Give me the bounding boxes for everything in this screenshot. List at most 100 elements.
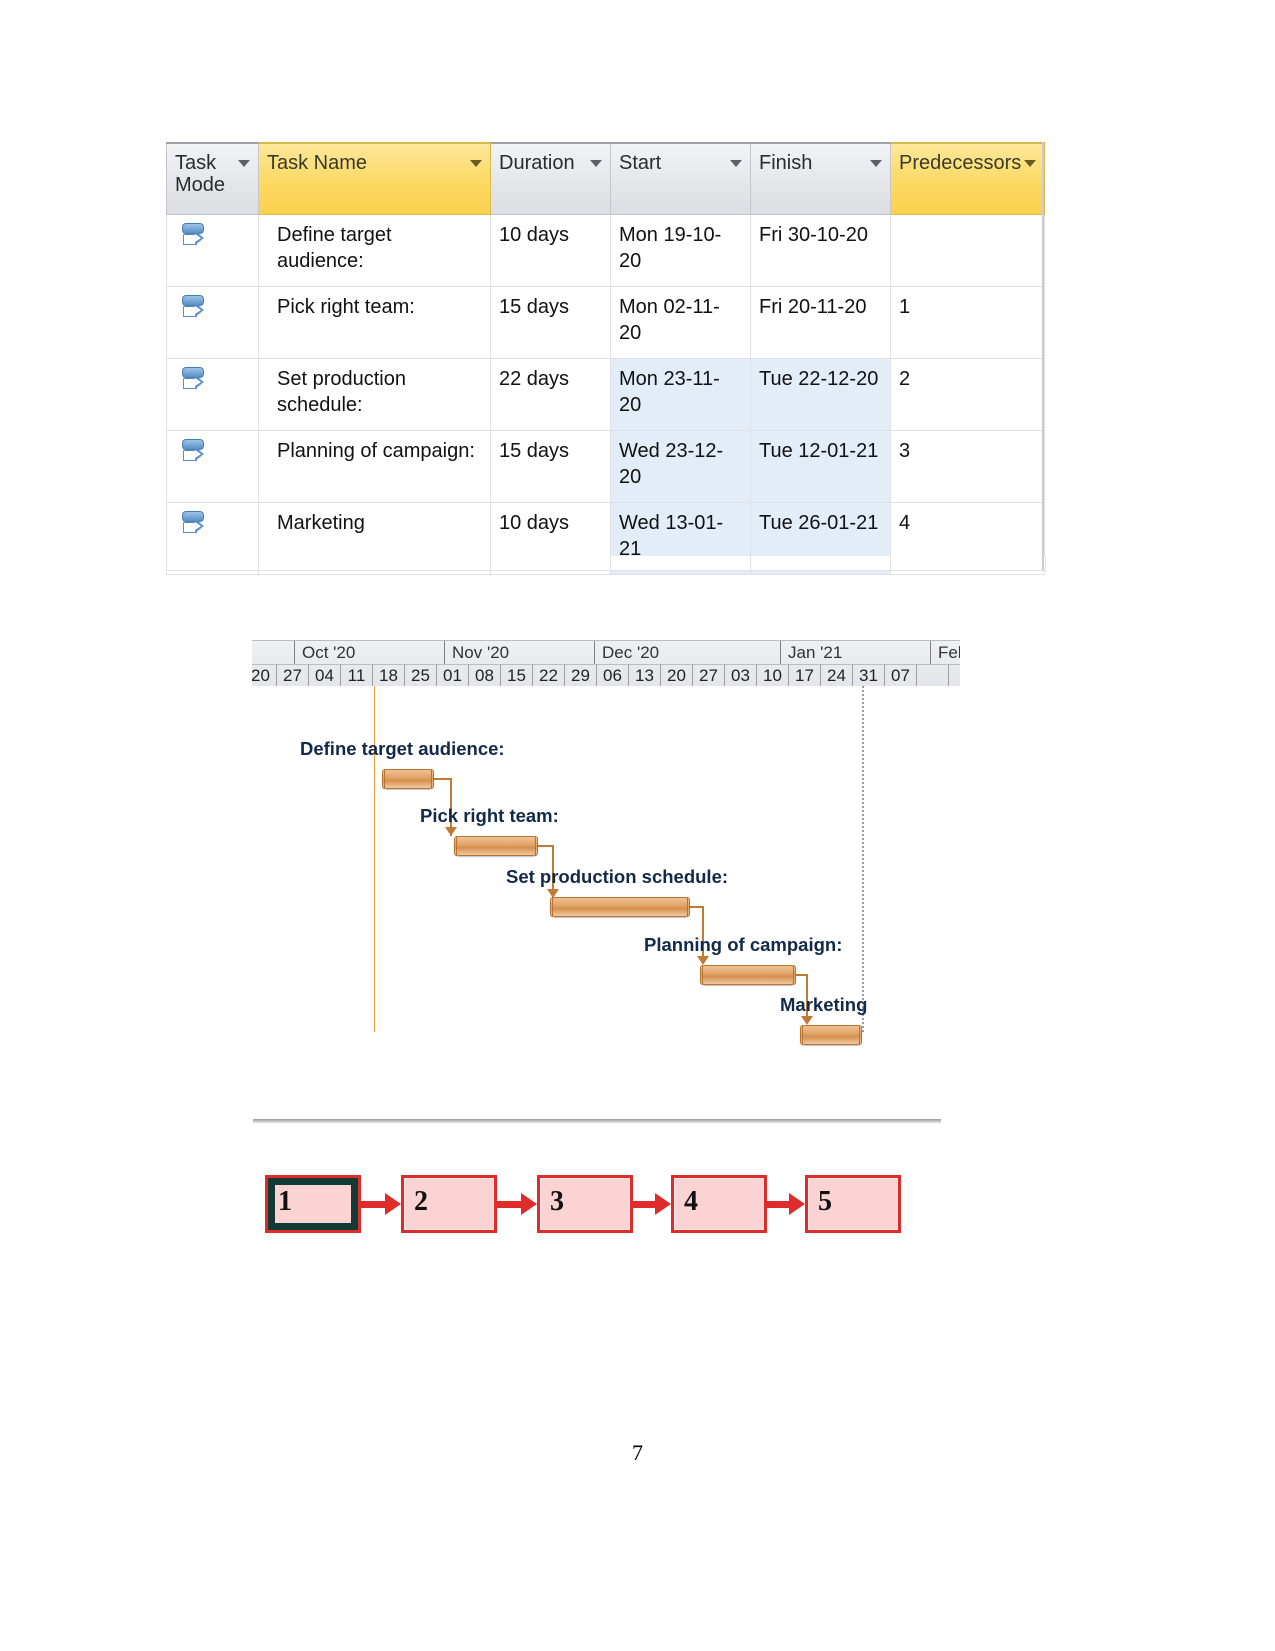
network-arrow-head: [655, 1193, 671, 1215]
timescale-week: 04: [308, 665, 340, 687]
gantt-link-arrow: [445, 827, 457, 836]
network-arrow-line: [633, 1201, 657, 1208]
predecessors-cell[interactable]: [890, 214, 1045, 287]
duration-cell[interactable]: 10 days: [490, 214, 611, 287]
network-node-5[interactable]: 5: [805, 1175, 901, 1233]
network-arrow-head: [789, 1193, 805, 1215]
manually-scheduled-icon: [179, 509, 209, 539]
timescale-week-partial: [948, 665, 960, 687]
column-header-task-mode[interactable]: Task Mode: [166, 142, 259, 215]
task-name-cell[interactable]: Planning of campaign:: [258, 430, 491, 503]
gantt-bar-label: Pick right team:: [420, 805, 559, 826]
column-header-label: Start: [619, 152, 662, 174]
gantt-bar-pick-right-team[interactable]: [454, 836, 538, 856]
timescale-week: 31: [852, 665, 884, 687]
task-mode-cell[interactable]: [166, 358, 259, 431]
task-name-cell[interactable]: Set production schedule:: [258, 358, 491, 431]
predecessors-cell[interactable]: 1: [890, 286, 1045, 359]
section-divider: [253, 1119, 941, 1123]
task-name-cell[interactable]: Define target audience:: [258, 214, 491, 287]
column-header-predecessors[interactable]: Predecessors: [890, 142, 1045, 215]
predecessors-cell[interactable]: 2: [890, 358, 1045, 431]
finish-cell[interactable]: Fri 30-10-20: [750, 214, 891, 287]
network-node-3[interactable]: 3: [537, 1175, 633, 1233]
timescale-week: 08: [468, 665, 500, 687]
table-row[interactable]: Pick right team: 15 days Mon 02-11-20 Fr…: [166, 286, 1045, 359]
table-row[interactable]: Set production schedule: 22 days Mon 23-…: [166, 358, 1045, 431]
timescale-month: Feb '21: [930, 641, 960, 664]
table-row[interactable]: Define target audience: 10 days Mon 19-1…: [166, 214, 1045, 287]
task-mode-cell[interactable]: [166, 286, 259, 359]
timescale-week: 27: [692, 665, 724, 687]
chevron-down-icon[interactable]: [870, 160, 882, 167]
chevron-down-icon[interactable]: [730, 160, 742, 167]
duration-cell[interactable]: 22 days: [490, 358, 611, 431]
finish-cell[interactable]: Tue 12-01-21: [750, 430, 891, 503]
network-node-label: 1: [278, 1186, 292, 1217]
column-header-label: Finish: [759, 152, 813, 174]
gantt-chart-canvas[interactable]: Define target audience: Pick right team:…: [252, 686, 960, 1045]
timescale-week: 24: [820, 665, 852, 687]
status-date-gridline: [862, 686, 864, 1032]
chevron-down-icon[interactable]: [238, 160, 250, 167]
task-name-cell[interactable]: Pick right team:: [258, 286, 491, 359]
start-cell[interactable]: Mon 02-11-20: [610, 286, 751, 359]
network-diagram[interactable]: 1 2 3 4 5: [253, 1165, 953, 1265]
task-mode-cell[interactable]: [166, 430, 259, 503]
gantt-bar-marketing[interactable]: [800, 1025, 862, 1045]
start-cell[interactable]: Mon 23-11-20: [610, 358, 751, 431]
manually-scheduled-icon: [179, 365, 209, 395]
network-node-2[interactable]: 2: [401, 1175, 497, 1233]
timescale-week: 27: [276, 665, 308, 687]
timescale-week-partial: [916, 665, 948, 687]
chevron-down-icon[interactable]: [1024, 160, 1036, 167]
predecessors-cell[interactable]: 3: [890, 430, 1045, 503]
gantt-bar-set-production-schedule[interactable]: [550, 897, 690, 917]
gantt-bar-planning-of-campaign[interactable]: [700, 965, 796, 985]
timescale-week: 25: [404, 665, 436, 687]
network-node-4[interactable]: 4: [671, 1175, 767, 1233]
manually-scheduled-icon: [179, 293, 209, 323]
timescale-week: 01: [436, 665, 468, 687]
task-mode-cell[interactable]: [166, 214, 259, 287]
chevron-down-icon[interactable]: [590, 160, 602, 167]
start-cell[interactable]: Mon 19-10-20: [610, 214, 751, 287]
manually-scheduled-icon: [179, 437, 209, 467]
network-arrow-line: [497, 1201, 523, 1208]
duration-cell[interactable]: 15 days: [490, 286, 611, 359]
network-node-label: 2: [414, 1186, 428, 1217]
column-header-task-name[interactable]: Task Name: [258, 142, 491, 215]
finish-cell[interactable]: Tue 22-12-20: [750, 358, 891, 431]
network-node-label: 3: [550, 1186, 564, 1217]
column-header-label: Task Mode: [175, 152, 226, 197]
timescale-week: 13: [628, 665, 660, 687]
finish-cell[interactable]: Fri 20-11-20: [750, 286, 891, 359]
table-header-row: Task Mode Task Name Duration Start Finis…: [166, 142, 1045, 215]
table-empty-row-strip[interactable]: [166, 556, 1046, 571]
timescale-week: 07: [884, 665, 916, 687]
gantt-bar-label: Marketing: [780, 994, 868, 1015]
network-node-label: 5: [818, 1186, 832, 1217]
network-node-label: 4: [684, 1186, 698, 1217]
network-arrow-head: [385, 1193, 401, 1215]
timescale-month-row: Oct '20 Nov '20 Dec '20 Jan '21 Feb '21: [252, 641, 960, 665]
duration-cell[interactable]: 15 days: [490, 430, 611, 503]
table-body: Define target audience: 10 days Mon 19-1…: [166, 214, 1045, 575]
column-header-start[interactable]: Start: [610, 142, 751, 215]
column-header-label: Duration: [499, 152, 575, 174]
column-header-finish[interactable]: Finish: [750, 142, 891, 215]
table-row[interactable]: Planning of campaign: 15 days Wed 23-12-…: [166, 430, 1045, 503]
start-cell[interactable]: Wed 23-12-20: [610, 430, 751, 503]
timescale-month: Dec '20: [594, 641, 780, 664]
column-header-duration[interactable]: Duration: [490, 142, 611, 215]
chevron-down-icon[interactable]: [470, 160, 482, 167]
network-node-1[interactable]: 1: [265, 1175, 361, 1233]
gantt-task-table[interactable]: Task Mode Task Name Duration Start Finis…: [166, 142, 1045, 575]
gantt-timescale-header[interactable]: Oct '20 Nov '20 Dec '20 Jan '21 Feb '21 …: [252, 640, 960, 688]
timescale-week-row: 20 27 04 11 18 25 01 08 15 22 29 06 13 2…: [252, 665, 960, 687]
gantt-link-arrow: [697, 956, 709, 965]
gantt-bar-define-target-audience[interactable]: [382, 769, 434, 789]
timescale-week: 17: [788, 665, 820, 687]
gantt-chart[interactable]: Oct '20 Nov '20 Dec '20 Jan '21 Feb '21 …: [252, 640, 960, 1045]
manually-scheduled-icon: [179, 221, 209, 251]
